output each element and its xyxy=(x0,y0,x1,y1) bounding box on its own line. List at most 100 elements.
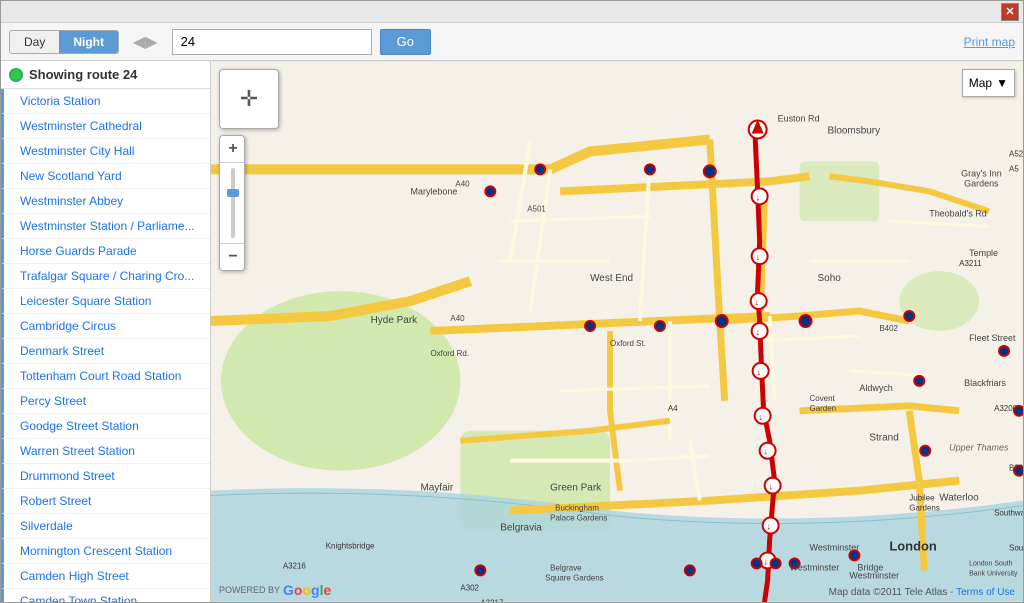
svg-text:A302: A302 xyxy=(460,583,479,592)
svg-text:Square Gardens: Square Gardens xyxy=(545,573,603,582)
svg-text:A3211: A3211 xyxy=(959,259,982,268)
list-item[interactable]: Goodge Street Station xyxy=(1,414,210,439)
close-button[interactable]: ✕ xyxy=(1001,3,1019,21)
svg-text:Marylebone: Marylebone xyxy=(411,186,458,196)
title-bar: ✕ xyxy=(1,1,1023,23)
powered-by: POWERED BY Google xyxy=(219,582,331,598)
svg-text:Knightsbridge: Knightsbridge xyxy=(326,541,375,550)
app-window: ✕ Day Night ◀▶ Go Print map Showing rout… xyxy=(0,0,1024,603)
svg-text:Blackfriars: Blackfriars xyxy=(964,378,1006,388)
map-data-text: Map data ©2011 Tele Atlas - xyxy=(829,587,954,598)
svg-text:Southwark: Southwark xyxy=(1009,543,1023,552)
list-item[interactable]: Trafalgar Square / Charing Cro... xyxy=(1,264,210,289)
svg-text:A40: A40 xyxy=(455,179,470,188)
toolbar: Day Night ◀▶ Go Print map xyxy=(1,23,1023,61)
svg-text:A3200: A3200 xyxy=(994,404,1018,413)
list-item[interactable]: Denmark Street xyxy=(1,339,210,364)
svg-text:Upper Thames: Upper Thames xyxy=(949,443,1009,453)
list-item[interactable]: Silverdale xyxy=(1,514,210,539)
svg-text:Belgravia: Belgravia xyxy=(500,523,542,534)
svg-text:A3217: A3217 xyxy=(480,598,504,602)
go-button[interactable]: Go xyxy=(380,29,431,55)
route-dot-icon xyxy=(9,68,23,82)
svg-text:↓: ↓ xyxy=(756,252,760,262)
list-item[interactable]: Horse Guards Parade xyxy=(1,239,210,264)
svg-text:Belgrave: Belgrave xyxy=(550,563,582,572)
map-type-select[interactable]: Map ▼ xyxy=(962,69,1015,97)
svg-text:Waterloo: Waterloo xyxy=(939,493,979,504)
svg-text:Gardens: Gardens xyxy=(964,178,999,188)
svg-text:Bank University: Bank University xyxy=(969,570,1018,577)
svg-text:↓: ↓ xyxy=(769,482,773,492)
svg-text:↓: ↓ xyxy=(755,297,759,307)
day-tab[interactable]: Day xyxy=(10,31,59,53)
svg-text:Westminster: Westminster xyxy=(810,542,860,552)
list-item[interactable]: Percy Street xyxy=(1,389,210,414)
svg-text:Buckingham: Buckingham xyxy=(555,504,599,513)
list-item[interactable]: Camden Town Station xyxy=(1,589,210,602)
svg-text:West End: West End xyxy=(590,273,633,284)
svg-text:Westminster: Westminster xyxy=(790,562,840,572)
svg-text:Oxford Rd.: Oxford Rd. xyxy=(430,349,469,358)
list-item[interactable]: Westminster Abbey xyxy=(1,189,210,214)
list-item[interactable]: Mornington Crescent Station xyxy=(1,539,210,564)
list-item[interactable]: Robert Street xyxy=(1,489,210,514)
svg-text:Green Park: Green Park xyxy=(550,483,601,494)
svg-text:↓: ↓ xyxy=(756,327,760,337)
svg-text:↓: ↓ xyxy=(767,522,771,532)
list-item[interactable]: Warren Street Station xyxy=(1,439,210,464)
list-item[interactable]: Westminster City Hall xyxy=(1,139,210,164)
list-item[interactable]: Victoria Station xyxy=(1,89,210,114)
svg-text:Euston Rd: Euston Rd xyxy=(778,114,820,124)
svg-text:A5: A5 xyxy=(1009,164,1019,173)
zoom-in-button[interactable]: + xyxy=(220,136,245,162)
zoom-slider[interactable] xyxy=(220,163,245,243)
zoom-controls: + − xyxy=(219,135,245,271)
sidebar: Showing route 24 Victoria StationWestmin… xyxy=(1,61,211,602)
svg-text:Southwark: Southwark xyxy=(994,509,1023,518)
map-type-chevron-icon: ▼ xyxy=(996,76,1008,90)
svg-text:Temple: Temple xyxy=(969,248,998,258)
svg-text:Palace Gardens: Palace Gardens xyxy=(550,514,607,523)
map-type-label: Map xyxy=(969,76,992,90)
print-map-link[interactable]: Print map xyxy=(964,35,1015,49)
svg-text:Fleet Street: Fleet Street xyxy=(969,333,1016,343)
powered-by-text: POWERED BY xyxy=(219,585,280,595)
day-night-tabs: Day Night xyxy=(9,30,119,54)
svg-text:Bloomsbury: Bloomsbury xyxy=(827,125,880,136)
svg-text:A4: A4 xyxy=(668,404,678,413)
list-item[interactable]: Tottenham Court Road Station xyxy=(1,364,210,389)
svg-text:↓: ↓ xyxy=(756,192,760,202)
svg-text:A40: A40 xyxy=(450,314,465,323)
map-canvas: ↓ ↓ ↓ ↓ ↓ ↓ ↓ ↓ xyxy=(211,61,1023,602)
list-item[interactable]: Camden High Street xyxy=(1,564,210,589)
svg-text:Soho: Soho xyxy=(818,273,842,284)
route-number-input[interactable] xyxy=(172,29,372,55)
stop-list[interactable]: Victoria StationWestminster CathedralWes… xyxy=(1,89,210,602)
svg-text:↓: ↓ xyxy=(764,556,768,566)
list-item[interactable]: Leicester Square Station xyxy=(1,289,210,314)
pan-control[interactable]: ✛ xyxy=(219,69,279,129)
zoom-track xyxy=(231,168,235,238)
list-item[interactable]: Westminster Station / Parliame... xyxy=(1,214,210,239)
zoom-thumb xyxy=(227,189,239,197)
svg-text:Gardens: Gardens xyxy=(909,504,940,513)
svg-text:Mayfair: Mayfair xyxy=(420,483,453,494)
nav-arrows[interactable]: ◀▶ xyxy=(127,32,164,52)
svg-text:Bridge: Bridge xyxy=(857,562,883,572)
list-item[interactable]: Westminster Cathedral xyxy=(1,114,210,139)
map-area[interactable]: ↓ ↓ ↓ ↓ ↓ ↓ ↓ ↓ xyxy=(211,61,1023,602)
map-controls: ✛ + − xyxy=(219,69,279,271)
svg-text:Jubilee: Jubilee xyxy=(909,494,935,503)
night-tab[interactable]: Night xyxy=(59,31,118,53)
svg-text:A3216: A3216 xyxy=(283,561,307,570)
list-item[interactable]: New Scotland Yard xyxy=(1,164,210,189)
svg-text:Oxford St.: Oxford St. xyxy=(610,339,646,348)
terms-of-use-link[interactable]: Terms of Use xyxy=(956,587,1015,598)
list-item[interactable]: Drummond Street xyxy=(1,464,210,489)
map-type-control[interactable]: Map ▼ xyxy=(962,69,1015,97)
list-item[interactable]: Cambridge Circus xyxy=(1,314,210,339)
map-footer: Map data ©2011 Tele Atlas - Terms of Use xyxy=(829,587,1015,598)
main-content: Showing route 24 Victoria StationWestmin… xyxy=(1,61,1023,602)
zoom-out-button[interactable]: − xyxy=(220,244,245,270)
